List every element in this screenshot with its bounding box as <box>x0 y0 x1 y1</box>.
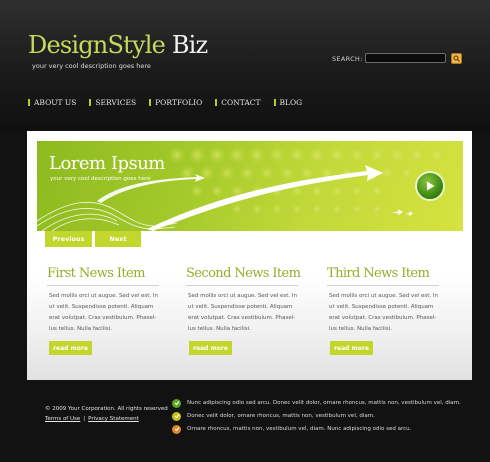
hero-banner: Lorem Ipsum your very cool description g… <box>37 141 463 231</box>
nav-item-portfolio[interactable]: PORTFOLIO <box>149 96 202 108</box>
read-more-button[interactable]: read more <box>189 341 232 355</box>
previous-button[interactable]: Previous <box>45 231 92 247</box>
play-button[interactable] <box>415 171 445 201</box>
news-body: Sed mollis orci ut augue. Sed vel est. I… <box>327 291 439 335</box>
search-label: SEARCH: <box>332 55 363 63</box>
nav-item-blog[interactable]: BLOG <box>273 96 303 108</box>
logo-text-primary: DesignStyle <box>28 31 166 59</box>
news-line: lus tellus. Nulla facilisi. <box>329 326 392 332</box>
news-line: ut velit. Suspendisse potenti. Aliquam <box>49 304 154 310</box>
read-more-button[interactable]: read more <box>49 341 92 355</box>
footer-list-item: Donec velit dolor, ornare rhoncus, matti… <box>172 410 461 422</box>
news-line: erat volutpat. Cras vestibulum. Phasel- <box>49 315 157 321</box>
search-button[interactable] <box>451 53 462 64</box>
nav-bullet <box>89 98 92 106</box>
nav-label: SERVICES <box>95 97 137 107</box>
main-nav: ABOUT US SERVICES PORTFOLIO CONTACT BLOG <box>28 96 302 108</box>
news-body: Sed mollis orci ut augue. Sed vel est. I… <box>186 291 298 335</box>
nav-label: ABOUT US <box>34 97 77 107</box>
footer-item-text[interactable]: Donec velit dolor, ornare rhoncus, matti… <box>187 413 375 419</box>
news-item-second: Second News Item Sed mollis orci ut augu… <box>186 265 301 335</box>
footer-list-item: Ornare rhoncus, mattis non, vestibulum v… <box>172 423 461 435</box>
terms-of-use-link[interactable]: Terms of Use <box>45 416 80 422</box>
divider <box>47 285 159 286</box>
footer-list-item: Nunc adipiscing odio sed arcu. Donec vel… <box>172 397 461 409</box>
logo-text-secondary: Biz <box>164 31 208 59</box>
news-line: lus tellus. Nulla facilisi. <box>188 326 251 332</box>
news-line: erat volutpat. Cras vestibulum. Phasel- <box>188 315 296 321</box>
nav-label: CONTACT <box>221 97 261 107</box>
header: DesignStyle Biz your very cool descripti… <box>0 0 490 130</box>
nav-bullet <box>28 98 30 106</box>
news-line: Sed mollis orci ut augue. Sed vel est. I… <box>329 293 438 299</box>
search-icon <box>453 55 460 62</box>
news-title[interactable]: Second News Item <box>186 265 301 283</box>
banner-title: Lorem Ipsum <box>49 153 165 174</box>
news-title[interactable]: Third News Item <box>327 265 439 283</box>
news-line: lus tellus. Nulla facilisi. <box>49 326 112 332</box>
read-more-button[interactable]: read more <box>330 341 373 355</box>
news-line: Sed mollis orci ut augue. Sed vel est. I… <box>49 293 158 299</box>
search-input[interactable] <box>365 53 446 63</box>
nav-bullet <box>273 98 276 106</box>
footer-item-text[interactable]: Nunc adipiscing odio sed arcu. Donec vel… <box>187 400 461 406</box>
nav-label: BLOG <box>279 97 303 107</box>
link-separator: | <box>83 416 86 422</box>
divider <box>186 285 298 286</box>
news-title[interactable]: First News Item <box>47 265 159 283</box>
footer-links: Terms of Use | Privacy Statement <box>45 416 139 422</box>
nav-item-about-us[interactable]: ABOUT US <box>28 96 76 108</box>
news-line: erat volutpat. Cras vestibulum. Phasel- <box>329 315 437 321</box>
news-line: ut velit. Suspendisse potenti. Aliquam <box>329 304 434 310</box>
nav-item-services[interactable]: SERVICES <box>89 96 136 108</box>
copyright-text: © 2009 Your Corporation. All rights rese… <box>45 406 168 412</box>
nav-label: PORTFOLIO <box>155 97 203 107</box>
check-icon <box>172 398 181 408</box>
tagline: your very cool description goes here <box>32 62 151 70</box>
nav-bullet <box>215 98 218 106</box>
footer-news-list: Nunc adipiscing odio sed arcu. Donec vel… <box>172 397 461 436</box>
divider <box>327 285 439 286</box>
logo[interactable]: DesignStyle Biz <box>28 30 208 60</box>
nav-bullet <box>149 98 152 106</box>
news-item-third: Third News Item Sed mollis orci ut augue… <box>327 265 439 335</box>
news-line: Sed mollis orci ut augue. Sed vel est. I… <box>188 293 297 299</box>
banner-arrows <box>97 165 413 231</box>
content-panel: Lorem Ipsum your very cool description g… <box>27 131 472 380</box>
play-icon <box>427 181 435 191</box>
footer-item-text[interactable]: Ornare rhoncus, mattis non, vestibulum v… <box>187 426 411 432</box>
banner-subtitle: your very cool description goes here <box>50 176 151 182</box>
news-item-first: First News Item Sed mollis orci ut augue… <box>47 265 159 335</box>
news-body: Sed mollis orci ut augue. Sed vel est. I… <box>47 291 159 335</box>
privacy-statement-link[interactable]: Privacy Statement <box>88 416 139 422</box>
next-button[interactable]: Next <box>95 231 141 247</box>
nav-item-contact[interactable]: CONTACT <box>215 96 261 108</box>
check-icon <box>172 411 181 421</box>
news-line: ut velit. Suspendisse potenti. Aliquam <box>188 304 293 310</box>
check-icon <box>172 424 181 434</box>
